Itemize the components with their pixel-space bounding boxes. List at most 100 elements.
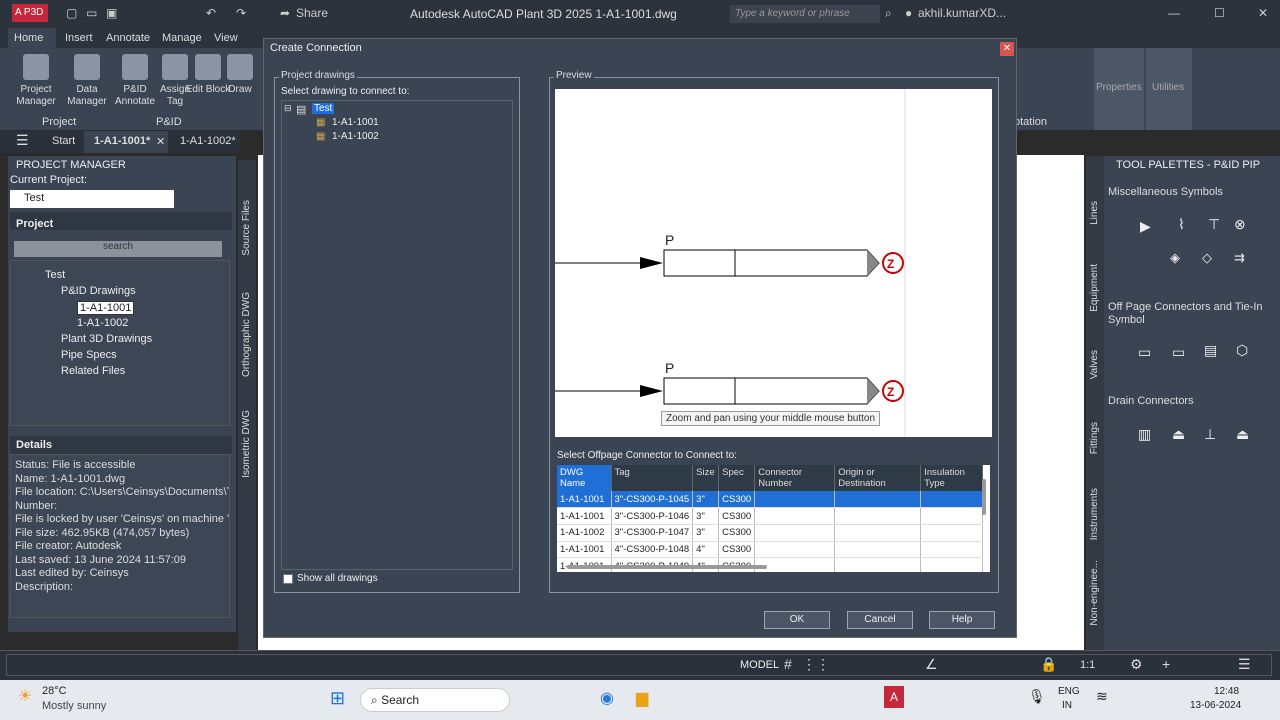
diamond-tag-icon[interactable]: ◇ [1202,250,1212,266]
utilities-button[interactable]: Utilities [1146,48,1192,130]
model-toggle[interactable]: MODEL [740,659,779,671]
ok-button[interactable]: OK [764,611,830,629]
show-all-checkbox[interactable] [283,574,293,584]
autocad-taskbar-icon[interactable]: A [884,686,904,708]
xx-connector-icon[interactable]: ⊗ [1234,216,1246,233]
tie-in-icon[interactable]: ⊤ [1208,216,1220,233]
wifi-icon[interactable]: ≋ [1096,688,1108,705]
file-explorer-icon[interactable]: ▆ [636,688,648,708]
col-size[interactable]: Size [692,465,720,491]
project-manager-button[interactable]: Project Manager [12,54,60,108]
weather-temp[interactable]: 28°C [42,685,67,697]
tab-orthographic-dwg[interactable]: Orthographic DWG [241,292,252,377]
col-dwg-name[interactable]: DWG Name [557,465,612,491]
table-row[interactable]: 1-A1-1002 3"-CS300-P-1047 3" CS300 [557,524,984,542]
spec-break-icon[interactable]: ⇉ [1234,250,1245,266]
redo-icon[interactable]: ↷ [236,6,246,20]
grid-icon[interactable]: # [784,656,792,672]
snap-icon[interactable]: ⋮⋮ [802,656,830,673]
tab-annotate[interactable]: Annotate [106,32,150,44]
col-insulation-type[interactable]: Insulation Type [920,465,984,491]
customize-icon[interactable]: ☰ [1238,656,1251,673]
horizontal-scrollbar[interactable] [567,565,767,569]
share-icon[interactable]: ➦ [280,6,290,20]
tab-equipment[interactable]: Equipment [1089,264,1100,312]
tab-active-drawing[interactable]: 1-A1-1001* [94,135,150,147]
new-icon[interactable]: ▢ [66,6,77,20]
drain-connector-4-icon[interactable]: ⏏ [1236,426,1249,443]
dialog-close-button[interactable]: ✕ [1000,42,1014,56]
app-logo[interactable]: A P3D [12,4,48,22]
col-origin-destination[interactable]: Origin or Destination [834,465,922,491]
edge-icon[interactable]: ◉ [600,688,614,708]
preview-canvas[interactable]: Z Z P P Zoom and pan using your middle m… [555,89,992,437]
tab-manage[interactable]: Manage [162,32,202,44]
clock-date[interactable]: 13-06-2024 [1190,700,1241,711]
tree-item-pipe-specs[interactable]: Pipe Specs [61,349,117,361]
start-icon[interactable]: ⊞ [330,688,345,709]
lock-icon[interactable]: 🔒 [1040,656,1057,673]
taskbar-search[interactable]: ⌕ Search [360,688,510,712]
weather-desc[interactable]: Mostly sunny [42,700,106,712]
tree-item-drawing-1002[interactable]: 1-A1-1002 [77,317,128,329]
drain-connector-3-icon[interactable]: ⊥ [1204,426,1216,443]
tab-insert[interactable]: Insert [65,32,93,44]
project-search-input[interactable]: search [14,241,222,257]
tab-non-engineering[interactable]: Non-enginee... [1089,560,1100,626]
offpage-connector-icon[interactable]: ▭ [1138,344,1151,361]
tie-in-box-icon[interactable]: ▤ [1204,342,1217,359]
clock-time[interactable]: 12:48 [1214,686,1239,697]
tab-lines[interactable]: Lines [1089,201,1100,225]
tree-item-drawing-1001[interactable]: 1-A1-1001 [77,301,135,315]
tab-isometric-dwg[interactable]: Isometric DWG [241,410,252,478]
ortho-icon[interactable]: ∠ [925,656,938,673]
draw-button[interactable]: Draw [222,54,258,96]
tab-view[interactable]: View [214,32,238,44]
gear-icon[interactable]: ⚙ [1130,656,1143,673]
tree-item-pid-drawings[interactable]: P&ID Drawings [61,285,136,297]
flow-arrow-icon[interactable]: ▶ [1140,218,1151,235]
break-symbol-icon[interactable]: ⌇ [1178,216,1185,233]
open-icon[interactable]: ▭ [86,6,97,20]
tab-fittings[interactable]: Fittings [1089,422,1100,454]
undo-icon[interactable]: ↶ [206,6,216,20]
data-manager-button[interactable]: Data Manager [63,54,111,108]
tree-item-plant3d-drawings[interactable]: Plant 3D Drawings [61,333,152,345]
tab-instruments[interactable]: Instruments [1089,488,1100,540]
menu-icon[interactable]: ☰ [16,132,29,149]
table-row[interactable]: 1-A1-1001 3"-CS300-P-1046 3" CS300 [557,507,984,525]
tab-drawing-2[interactable]: 1-A1-1002* [180,135,236,147]
table-row[interactable]: 1-A1-1001 3"-CS300-P-1045 3" CS300 [557,491,984,509]
drain-connector-2-icon[interactable]: ⏏ [1172,426,1185,443]
tree-collapse-icon[interactable]: ⊟ [284,103,292,114]
tree-item-1002[interactable]: 1-A1-1002 [332,131,379,142]
user-account[interactable]: akhil.kumarXD... [918,6,1006,20]
help-button[interactable]: Help [929,611,995,629]
table-row[interactable]: 1-A1-1001 4"-CS300-P-1048 4" CS300 [557,541,984,559]
annotation-scale[interactable]: 1:1 [1080,659,1095,671]
microphone-icon[interactable]: 🎙 [1028,688,1046,705]
close-tab-icon[interactable]: ✕ [156,135,165,148]
save-icon[interactable]: ▣ [106,6,117,20]
offpage-connector-2-icon[interactable]: ▭ [1172,344,1185,361]
close-window-button[interactable]: ✕ [1258,6,1268,20]
tree-item-test[interactable]: Test [312,103,335,114]
current-project-select[interactable]: Test [10,190,174,208]
language-region[interactable]: IN [1062,700,1072,711]
tab-start[interactable]: Start [52,135,75,147]
plus-icon[interactable]: + [1162,656,1170,672]
minimize-button[interactable]: — [1168,6,1180,20]
tree-item-related-files[interactable]: Related Files [61,365,125,377]
p-diamond-icon[interactable]: ◈ [1170,250,1180,266]
share-button[interactable]: Share [296,6,328,20]
maximize-button[interactable]: ☐ [1214,6,1225,20]
tree-item-1001[interactable]: 1-A1-1001 [332,117,379,128]
tab-home[interactable]: Home [14,32,43,44]
hexagon-icon[interactable]: ⬡ [1236,342,1248,359]
tab-source-files[interactable]: Source Files [241,200,252,256]
language-code[interactable]: ENG [1058,686,1080,697]
help-search-input[interactable]: Type a keyword or phrase [730,5,880,23]
col-connector-number[interactable]: Connector Number [754,465,836,491]
col-spec[interactable]: Spec [718,465,756,491]
group-annotation[interactable]: otation [1014,116,1047,128]
